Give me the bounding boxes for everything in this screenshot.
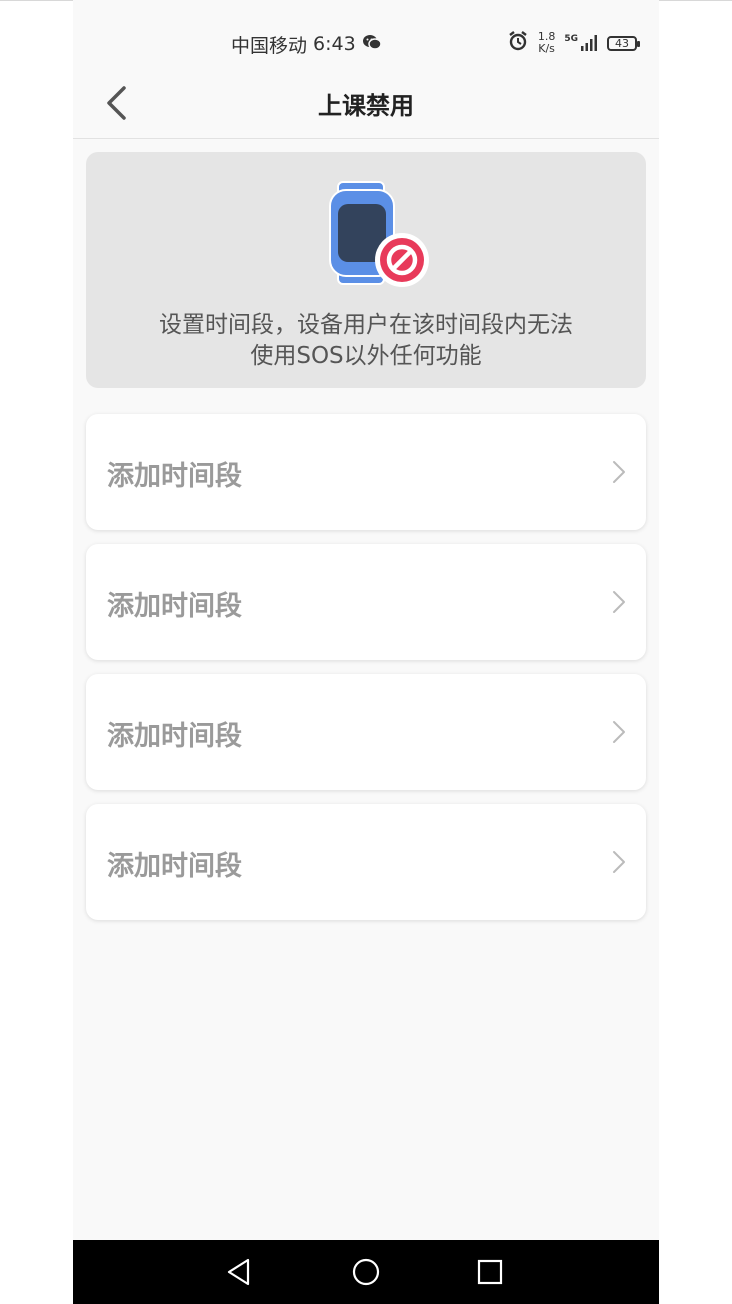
time-label: 6:43 <box>313 33 356 55</box>
time-slot-label: 添加时间段 <box>107 851 242 882</box>
page-title: 上课禁用 <box>318 92 414 120</box>
chevron-right-icon <box>613 851 625 873</box>
system-back-button[interactable] <box>223 1256 255 1288</box>
net-speed: 1.8 K/s <box>538 31 556 55</box>
wechat-icon <box>362 33 382 55</box>
watch-forbidden-icon <box>318 180 438 290</box>
info-description: 设置时间段，设备用户在该时间段内无法 使用SOS以外任何功能 <box>106 310 626 372</box>
time-slot-item[interactable]: 添加时间段 <box>86 544 646 660</box>
system-nav-bar <box>73 1240 659 1304</box>
circle-home-icon <box>352 1258 380 1286</box>
time-slot-item[interactable]: 添加时间段 <box>86 414 646 530</box>
signal-icon: 5G <box>564 34 598 52</box>
chevron-right-icon <box>613 461 625 483</box>
battery-icon: 43 <box>607 35 640 51</box>
system-recents-button[interactable] <box>474 1256 506 1288</box>
battery-level: 43 <box>615 36 629 50</box>
net-speed-unit: K/s <box>538 42 555 55</box>
status-right: 1.8 K/s 5G 43 <box>507 28 640 58</box>
info-line-2: 使用SOS以外任何功能 <box>250 343 482 369</box>
chevron-right-icon <box>613 721 625 743</box>
chevron-right-icon <box>613 591 625 613</box>
system-home-button[interactable] <box>350 1256 382 1288</box>
square-recents-icon <box>477 1259 503 1285</box>
time-slot-label: 添加时间段 <box>107 461 242 492</box>
phone-screen: 中国移动 6:43 1.8 K/s 5G 43 上课禁用 设置时间段，设备用户在… <box>73 0 659 1304</box>
time-slot-item[interactable]: 添加时间段 <box>86 674 646 790</box>
time-slot-label: 添加时间段 <box>107 721 242 752</box>
info-card: 设置时间段，设备用户在该时间段内无法 使用SOS以外任何功能 <box>86 152 646 388</box>
triangle-back-icon <box>227 1258 250 1286</box>
time-slot-list: 添加时间段 添加时间段 添加时间段 添加时间段 <box>86 414 646 934</box>
nav-bar: 上课禁用 <box>73 68 659 139</box>
time-slot-label: 添加时间段 <box>107 591 242 622</box>
signal-label: 5G <box>564 34 578 44</box>
alarm-icon <box>507 30 529 56</box>
carrier-label: 中国移动 <box>231 34 308 57</box>
time-slot-item[interactable]: 添加时间段 <box>86 804 646 920</box>
status-center: 中国移动 6:43 <box>231 30 382 58</box>
info-line-1: 设置时间段，设备用户在该时间段内无法 <box>159 312 573 338</box>
